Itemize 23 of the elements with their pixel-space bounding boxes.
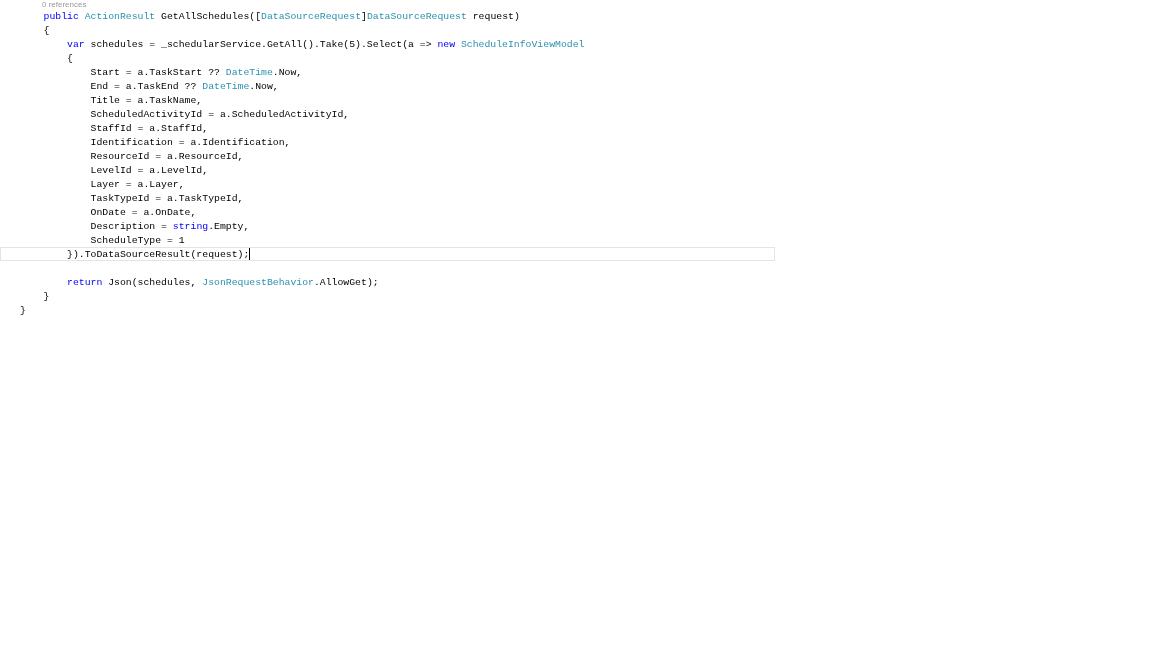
code-line: OnDate = a.OnDate, [89,206,198,219]
code-line: Description = string.Empty, [89,220,251,233]
code-line: StaffId = a.StaffId, [89,122,210,135]
text-cursor [249,248,251,261]
code-line: Layer = a.Layer, [89,178,186,191]
code-line: ScheduledActivityId = a.ScheduledActivityId, [89,108,351,121]
code-line: return Json(schedules, JsonRequestBehavior.AllowGet); [66,276,380,289]
code-line: var schedules = _schedularService.GetAll().Take(5).Select(a => new ScheduleInfoViewModel [66,38,586,51]
code-line: End = a.TaskEnd ?? DateTime.Now, [89,80,280,93]
references-count[interactable]: 0 references [42,0,87,9]
code-line: } [19,304,27,317]
code-line: { [66,52,74,65]
code-line: TaskTypeId = a.TaskTypeId, [89,192,245,205]
code-line: { [42,24,51,37]
code-line: LevelId = a.LevelId, [89,164,210,177]
code-line: } [42,290,51,303]
code-line: ScheduleType = 1 [89,234,186,247]
code-line: }).ToDataSourceResult(request); [66,249,250,260]
code-line: ResourceId = a.ResourceId, [89,150,245,163]
code-line: Identification = a.Identification, [89,136,292,149]
code-line: Start = a.TaskStart ?? DateTime.Now, [89,66,304,79]
code-line: Title = a.TaskName, [89,94,204,107]
code-line: public ActionResult GetAllSchedules([DataSourceRequest]DataSourceRequest request) [42,10,521,23]
